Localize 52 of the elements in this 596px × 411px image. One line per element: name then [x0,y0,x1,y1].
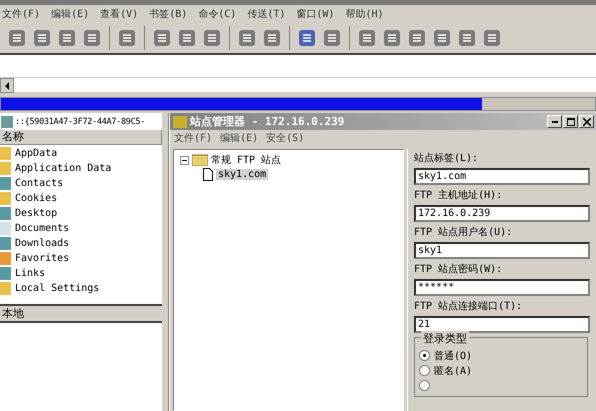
menu-item[interactable]: 书签(B) [149,6,188,20]
file-name[interactable]: Favorites [15,253,70,264]
menu-item[interactable]: 窗口(W) [296,6,334,20]
field-label: FTP 站点连接端口(T): [414,300,524,314]
file-name[interactable]: Downloads [15,238,70,249]
maximize-button[interactable] [563,115,578,128]
collapse-toggle[interactable] [180,156,189,164]
input-field[interactable]: sky1.com [414,168,590,185]
file-name[interactable]: AppData [15,148,58,159]
scroll-left-button[interactable] [0,78,14,93]
minimize-icon [552,120,558,122]
input-field[interactable]: ****** [414,279,590,296]
field-label: 站点标签(L): [414,152,480,166]
file-name[interactable]: Local Settings [15,283,100,294]
menu-item[interactable]: 查看(V) [100,6,138,20]
radio-label[interactable]: 普通(O) [434,348,472,362]
input-field[interactable]: 21 [414,316,590,333]
menu-item[interactable]: 文件(F) [2,6,40,20]
pane-label: 本地 [0,304,162,323]
radio-button[interactable] [419,365,430,376]
address-path: ::{59031A47-3F72-44A7-89C5- [15,116,146,126]
menu-item[interactable]: 命令(C) [198,6,236,20]
tree-item[interactable]: sky1.com [216,168,268,180]
window-title: 站点管理器 - 172.16.0.239 [190,114,344,129]
column-header[interactable]: 名称 [0,130,162,145]
group-title: 登录类型 [421,331,469,346]
menu-item[interactable]: 编辑(E) [220,131,258,145]
close-icon [582,118,590,126]
menu-item[interactable]: 文件(F) [174,131,212,145]
menu-item[interactable]: 帮助(H) [345,6,384,20]
radio-label[interactable]: 匿名(A) [434,364,472,378]
left-arrow-icon [4,82,10,90]
input-field[interactable]: 172.16.0.239 [414,205,590,222]
file-name[interactable]: Desktop [15,208,58,219]
file-name[interactable]: Cookies [15,193,58,204]
menu-item[interactable]: 编辑(E) [51,6,90,20]
menu-item[interactable]: 安全(S) [266,131,304,145]
radio-button[interactable] [419,350,430,361]
file-name[interactable]: Application Data [15,163,112,174]
field-label: FTP 站点密码(W): [414,263,504,277]
file-name[interactable]: Links [15,268,46,279]
input-field[interactable]: sky1 [414,242,590,259]
file-name[interactable]: Contacts [15,178,64,189]
radio-button[interactable] [419,380,430,391]
field-label: FTP 主机地址(H): [414,189,504,203]
close-button[interactable] [579,115,594,128]
menu-item[interactable]: 传送(T) [247,6,286,20]
tree-item[interactable]: 常规 FTP 站点 [211,153,282,167]
minimize-button[interactable] [547,115,562,128]
file-name[interactable]: Documents [15,223,70,234]
maximize-icon [566,118,574,126]
field-label: FTP 站点用户名(U): [414,226,514,240]
